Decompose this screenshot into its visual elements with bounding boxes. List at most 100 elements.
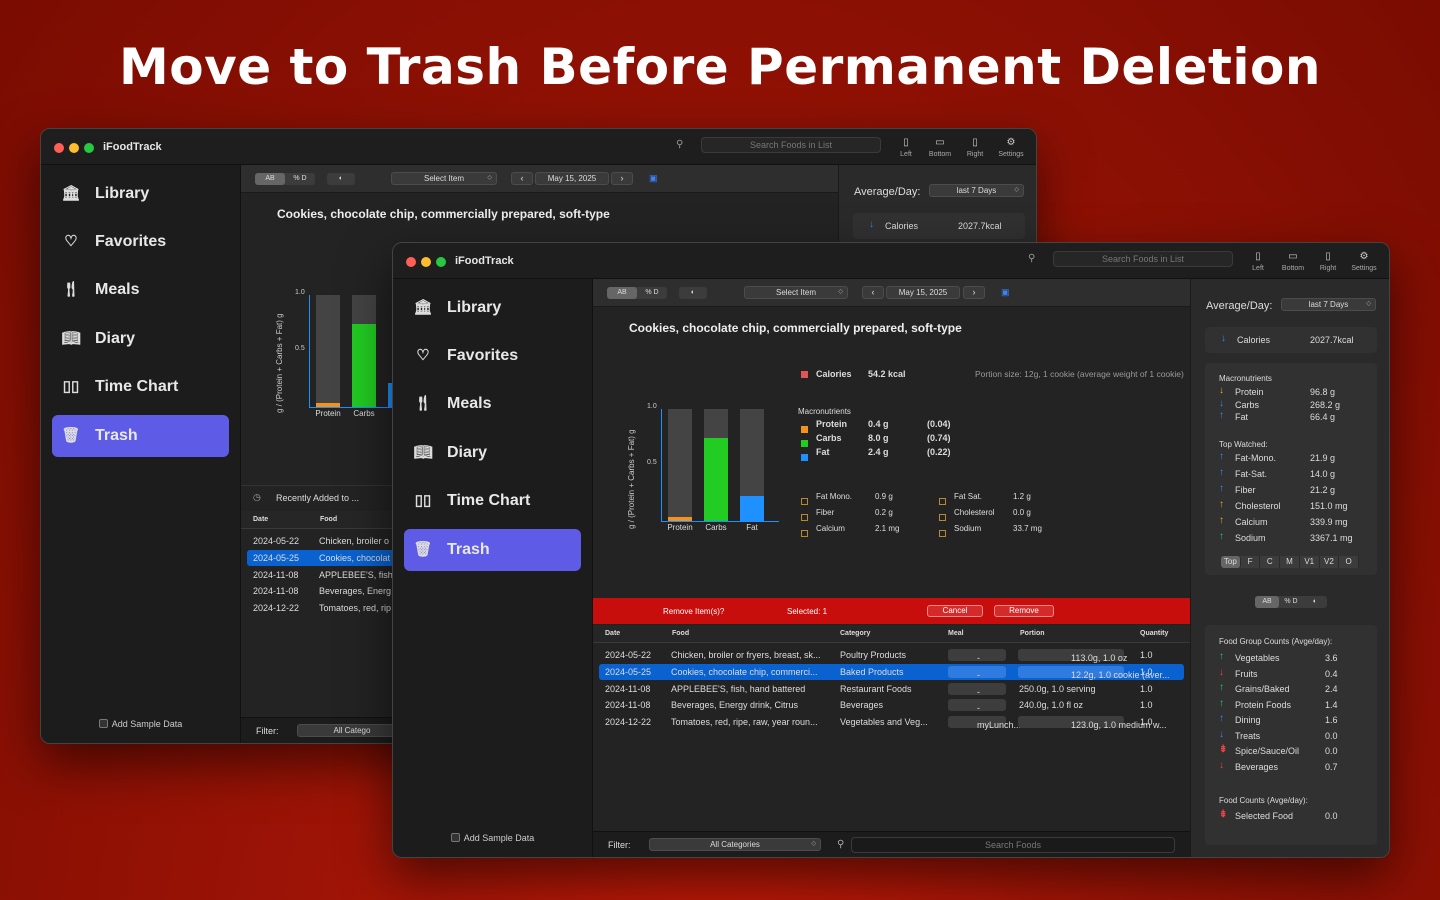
select-item-dropdown[interactable]: Select Item ◇ [744,286,848,299]
prev-date-button[interactable]: ‹ [511,172,533,185]
date-field[interactable]: May 15, 2025 [535,172,609,185]
food-title: Cookies, chocolate chip, commercially pr… [629,321,962,335]
search-input[interactable]: ⚲ Search Foods in List [1028,251,1233,267]
category-filter[interactable]: All Catego [297,724,407,737]
checkbox-icon[interactable] [801,530,808,537]
prev-date-button[interactable]: ‹ [862,286,884,299]
sidebar-item-library[interactable]: 🏛︎ Library [52,173,229,215]
ab-segment[interactable]: AB% D [255,173,315,185]
right-panel-button[interactable]: ▯ Right [958,137,992,158]
bar-carbs [704,409,728,521]
sidebar-item-diary[interactable]: 📖︎ Diary [404,432,581,474]
calendar-icon[interactable]: ▣ [1001,287,1010,298]
table-row[interactable]: 2024-12-22 Tomatoes, red, ripe, raw, yea… [599,714,1184,730]
next-date-button[interactable]: › [611,172,633,185]
next-date-button[interactable]: › [963,286,985,299]
gear-icon: ⚙ [1006,137,1016,148]
ab-segment[interactable]: AB% D [607,287,667,299]
range-dropdown[interactable]: last 7 Days ◇ [929,184,1024,197]
sidebar-item-time-chart[interactable]: ▯▯ Time Chart [52,366,229,408]
add-sample-data-checkbox[interactable]: Add Sample Data [393,833,592,843]
sidebar-item-meals[interactable]: 🍴︎ Meals [404,383,581,425]
settings-button[interactable]: ⚙ Settings [1347,251,1381,272]
x-tick-carbs: Carbs [353,409,375,418]
trend-arrow-icon: ↑ [1219,467,1224,478]
table-row[interactable]: 2024-12-22 Tomatoes, red, rip [247,600,395,616]
meal-stepper[interactable]: - [948,699,1006,713]
bottom-panel-button[interactable]: ▭ Bottom [1276,251,1310,272]
select-item-dropdown[interactable]: Select Item ◇ [391,172,497,185]
trend-arrow-icon: ↑ [1219,651,1224,662]
checkbox-icon[interactable] [801,498,808,505]
contrast-toggle[interactable]: ◐ [327,173,355,185]
bottom-panel-button[interactable]: ▭ Bottom [923,137,957,158]
front-window: iFoodTrack ⚲ Search Foods in List ▯ Left … [392,242,1390,858]
sidebar-item-trash[interactable]: 🗑︎ Trash [404,529,581,571]
checkbox-icon[interactable] [939,514,946,521]
meal-stepper[interactable]: myLunch... [948,716,1021,730]
table-row[interactable]: 2024-11-08 Beverages, Energ [247,583,395,599]
table-row[interactable]: 2024-05-22 Chicken, broiler or fryers, b… [599,647,1184,663]
table-row[interactable]: 2024-11-08 APPLEBEE'S, fish, hand batter… [599,681,1184,697]
settings-button[interactable]: ⚙ Settings [994,137,1028,158]
add-sample-data-checkbox[interactable]: Add Sample Data [41,719,240,729]
portion-stepper[interactable]: 113.0g, 1.0 oz [1018,649,1127,663]
remove-button[interactable]: Remove [994,605,1054,617]
zoom-icon[interactable] [436,257,446,267]
tab-v2[interactable]: V2 [1320,556,1340,568]
date-field[interactable]: May 15, 2025 [886,286,960,299]
tab-o[interactable]: O [1339,556,1360,568]
sidebar-item-favorites[interactable]: ♡ Favorites [52,221,229,263]
sidebar-item-meals[interactable]: 🍴︎ Meals [52,269,229,311]
calendar-icon[interactable]: ▣ [649,173,658,184]
meal-stepper[interactable]: - [948,666,1006,680]
bar-carbs-fill [352,324,376,407]
sidebar-item-trash[interactable]: 🗑︎ Trash [52,415,229,457]
sidebar-item-favorites[interactable]: ♡ Favorites [404,335,581,377]
table-row[interactable]: 2024-11-08 Beverages, Energy drink, Citr… [599,697,1184,713]
back-titlebar: iFoodTrack ⚲ Search Foods in List ▯ Left … [41,129,1036,165]
checkbox-icon[interactable] [939,498,946,505]
cancel-button[interactable]: Cancel [927,605,983,617]
left-panel-button[interactable]: ▯ Left [889,137,923,158]
range-dropdown[interactable]: last 7 Days ◇ [1281,298,1376,311]
table-row-selected[interactable]: 2024-05-25 Cookies, chocolate chip, comm… [599,664,1184,680]
close-icon[interactable] [54,143,64,153]
minimize-icon[interactable] [421,257,431,267]
table-row[interactable]: 2024-11-08 APPLEBEE'S, fish, [247,567,395,583]
trash-icon: 🗑︎ [413,541,433,558]
tab-m[interactable]: M [1280,556,1300,568]
minimize-icon[interactable] [69,143,79,153]
meal-stepper[interactable]: - [948,649,1006,663]
portion-stepper[interactable]: 12.2g, 1.0 cookie (aver... [1018,666,1170,680]
checkbox-icon[interactable] [939,530,946,537]
contrast-toggle[interactable]: ◐ [679,287,707,299]
portion-stepper[interactable]: 123.0g, 1.0 medium w... [1018,716,1167,730]
trend-arrow-icon: ↑ [1219,410,1224,421]
category-filter[interactable]: All Categories ◇ [649,838,821,851]
right-panel-button[interactable]: ▯ Right [1311,251,1345,272]
tab-f[interactable]: F [1241,556,1261,568]
tab-c[interactable]: C [1260,556,1281,568]
sidebar-item-library[interactable]: 🏛︎ Library [404,287,581,329]
bar-chart-icon: ▯▯ [414,492,432,509]
search-input[interactable]: ⚲ Search Foods in List [676,137,881,153]
stats-card: Macronutrients ↓ Protein 96.8 g ↓ Carbs 268.2… [1205,363,1377,575]
contrast-icon[interactable]: ◐ [1303,596,1327,608]
search-icon: ⚲ [1028,253,1036,264]
trash-icon: 🗑︎ [61,427,81,444]
left-panel-button[interactable]: ▯ Left [1241,251,1275,272]
tab-top[interactable]: Top [1221,556,1241,568]
sidebar-item-time-chart[interactable]: ▯▯ Time Chart [404,480,581,522]
meal-stepper[interactable]: - [948,683,1006,697]
sidebar-item-diary[interactable]: 📖︎ Diary [52,318,229,360]
ab-segment-right[interactable]: AB% D ◐ [1255,596,1327,608]
zoom-icon[interactable] [84,143,94,153]
food-search-input[interactable]: Search Foods [851,837,1175,853]
table-row-selected[interactable]: 2024-05-25 Cookies, chocolat [247,550,395,566]
tab-v1[interactable]: V1 [1300,556,1320,568]
trend-arrow-icon: ↑ [1219,499,1224,510]
table-row[interactable]: 2024-05-22 Chicken, broiler o [247,533,395,549]
close-icon[interactable] [406,257,416,267]
checkbox-icon[interactable] [801,514,808,521]
